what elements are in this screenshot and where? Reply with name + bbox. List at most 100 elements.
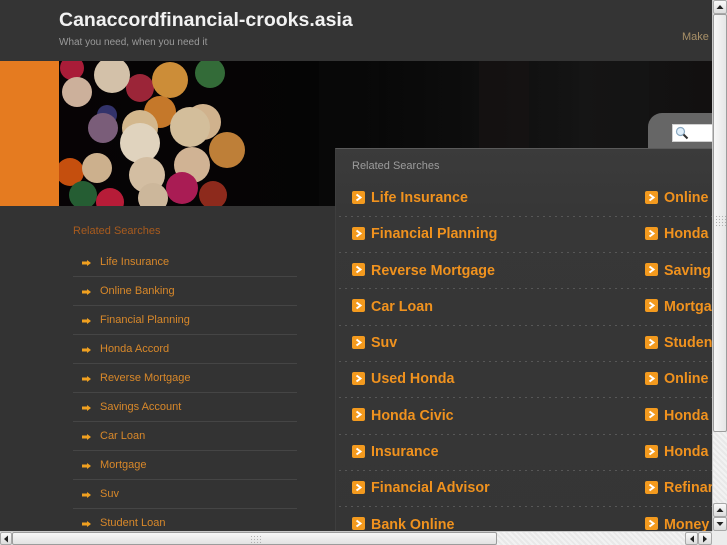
sidebar-item-label[interactable]: Financial Planning <box>100 314 190 326</box>
list-item-link[interactable]: Car Loan <box>371 299 433 315</box>
list-item-link[interactable]: Honda <box>664 444 708 460</box>
list-item[interactable]: Honda Civic <box>352 398 637 433</box>
list-row: Car Loan Mortga <box>339 289 712 326</box>
list-item-link[interactable]: Bank Online <box>371 517 454 531</box>
arrow-right-icon <box>703 535 707 542</box>
chevron-right-icon <box>645 371 658 385</box>
list-item[interactable]: Saving <box>645 253 712 288</box>
list-item-link[interactable]: Saving <box>664 263 711 279</box>
chevron-right-icon <box>352 299 365 313</box>
list-item-link[interactable]: Online <box>664 190 708 206</box>
scroll-up-button-bottom[interactable] <box>713 503 727 517</box>
list-item[interactable]: Insurance <box>352 435 637 470</box>
sidebar-item-label[interactable]: Life Insurance <box>100 256 169 268</box>
list-item[interactable]: Online <box>645 181 712 216</box>
sidebar-item[interactable]: Student Loan <box>73 509 297 531</box>
sidebar-item[interactable]: Mortgage <box>73 451 297 480</box>
vertical-scroll-thumb[interactable] <box>713 14 727 432</box>
list-item-link[interactable]: Honda <box>664 408 708 424</box>
magnifier-icon[interactable] <box>675 126 689 140</box>
list-item[interactable]: Car Loan <box>352 289 637 324</box>
sidebar-item-label[interactable]: Car Loan <box>100 430 145 442</box>
pointing-arrow-icon <box>82 492 91 498</box>
list-item-link[interactable]: Financial Planning <box>371 226 497 242</box>
list-item-link[interactable]: Honda Civic <box>371 408 454 424</box>
list-item-link[interactable]: Studen <box>664 335 712 351</box>
sidebar-item[interactable]: Savings Account <box>73 393 297 422</box>
list-item-link[interactable]: Money <box>664 517 709 531</box>
list-item[interactable]: Financial Advisor <box>352 471 637 506</box>
list-row: Suv Studen <box>339 326 712 363</box>
list-item[interactable]: Money <box>645 507 712 531</box>
sidebar-item-label[interactable]: Student Loan <box>100 517 165 529</box>
list-item[interactable]: Honda <box>645 435 712 470</box>
list-item-link[interactable]: Life Insurance <box>371 190 468 206</box>
list-item-link[interactable]: Honda <box>664 226 708 242</box>
chevron-right-icon <box>352 480 365 494</box>
sidebar-item-label[interactable]: Reverse Mortgage <box>100 372 191 384</box>
list-item[interactable]: Reverse Mortgage <box>352 253 637 288</box>
list-item-link[interactable]: Refinan <box>664 480 712 496</box>
banner-accent-block <box>0 61 59 206</box>
chevron-right-icon <box>645 299 658 313</box>
sidebar-item[interactable]: Life Insurance <box>73 248 297 277</box>
list-row: Financial Planning Honda <box>339 217 712 254</box>
list-item[interactable]: Financial Planning <box>352 217 637 252</box>
list-item[interactable]: Suv <box>352 326 637 361</box>
list-item[interactable]: Life Insurance <box>352 181 637 216</box>
site-title[interactable]: Canaccordfinancial-crooks.asia <box>59 9 353 32</box>
arrow-up-icon <box>716 508 724 512</box>
vertical-scrollbar[interactable] <box>712 0 727 531</box>
list-item-link[interactable]: Financial Advisor <box>371 480 490 496</box>
sidebar-item[interactable]: Car Loan <box>73 422 297 451</box>
arrow-left-icon <box>4 535 8 542</box>
list-item[interactable]: Mortga <box>645 289 712 324</box>
scroll-right-button[interactable] <box>698 532 712 545</box>
list-item[interactable]: Honda <box>645 398 712 433</box>
pointing-arrow-icon <box>82 405 91 411</box>
sidebar-item[interactable]: Financial Planning <box>73 306 297 335</box>
search-box[interactable] <box>672 124 712 142</box>
sidebar-item-label[interactable]: Mortgage <box>100 459 146 471</box>
chevron-right-icon <box>645 408 658 422</box>
chevron-right-icon <box>645 335 658 349</box>
nav-link-partial[interactable]: Make <box>682 31 709 43</box>
horizontal-scroll-thumb[interactable] <box>12 532 497 545</box>
related-searches-list: Life Insurance Online Financial Planning… <box>339 181 712 531</box>
list-item[interactable]: Refinan <box>645 471 712 506</box>
sidebar-item[interactable]: Suv <box>73 480 297 509</box>
sidebar-item[interactable]: Reverse Mortgage <box>73 364 297 393</box>
sidebar-item-label[interactable]: Honda Accord <box>100 343 169 355</box>
sidebar-heading: Related Searches <box>73 225 161 237</box>
scroll-left-button[interactable] <box>0 532 12 545</box>
scroll-left-button-right[interactable] <box>685 532 698 545</box>
sidebar-item-label[interactable]: Suv <box>100 488 119 500</box>
page-viewport: Canaccordfinancial-crooks.asia What you … <box>0 0 712 531</box>
arrow-down-icon <box>716 522 724 526</box>
arrow-left-icon <box>689 535 694 542</box>
pointing-arrow-icon <box>82 521 91 527</box>
list-item-link[interactable]: Used Honda <box>371 371 454 387</box>
chevron-right-icon <box>352 444 365 458</box>
sidebar-item-label[interactable]: Online Banking <box>100 285 175 297</box>
scroll-up-button[interactable] <box>713 0 727 14</box>
list-item[interactable]: Online <box>645 362 712 397</box>
chevron-right-icon <box>645 263 658 277</box>
list-item-link[interactable]: Suv <box>371 335 397 351</box>
list-item[interactable]: Bank Online <box>352 507 637 531</box>
list-item[interactable]: Honda <box>645 217 712 252</box>
sidebar-item[interactable]: Honda Accord <box>73 335 297 364</box>
list-row: Bank Online Money <box>339 507 712 531</box>
sidebar-item-label[interactable]: Savings Account <box>100 401 181 413</box>
scroll-down-button[interactable] <box>713 517 727 531</box>
list-item[interactable]: Studen <box>645 326 712 361</box>
list-item[interactable]: Used Honda <box>352 362 637 397</box>
sidebar-item[interactable]: Online Banking <box>73 277 297 306</box>
list-item-link[interactable]: Insurance <box>371 444 439 460</box>
list-item-link[interactable]: Online <box>664 371 708 387</box>
list-item-link[interactable]: Mortga <box>664 299 712 315</box>
chevron-right-icon <box>352 335 365 349</box>
horizontal-scrollbar[interactable] <box>0 531 712 545</box>
list-item-link[interactable]: Reverse Mortgage <box>371 263 495 279</box>
search-input[interactable] <box>691 125 712 139</box>
